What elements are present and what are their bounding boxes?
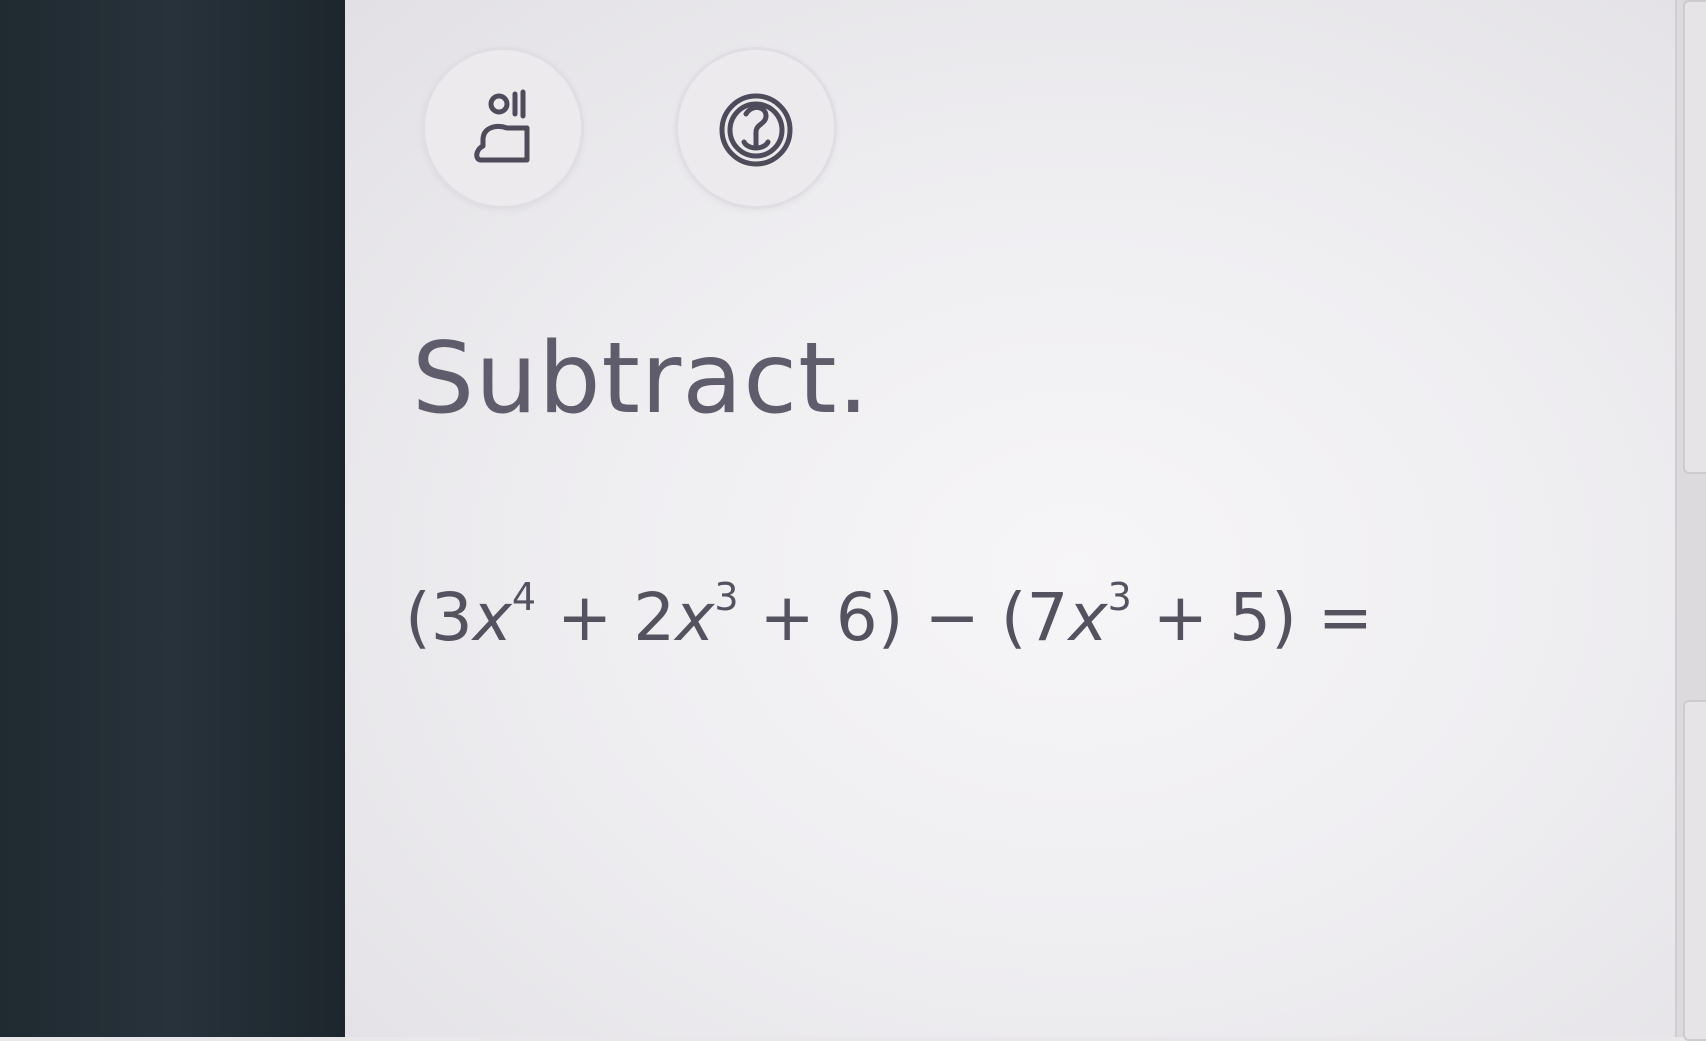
translate-language-icon xyxy=(708,80,804,176)
right-side-tab-top[interactable] xyxy=(1683,0,1706,474)
variable: x xyxy=(675,579,715,656)
open-paren: ( xyxy=(405,579,431,656)
open-paren: ( xyxy=(1000,579,1027,656)
exponent: 4 xyxy=(511,575,536,619)
read-aloud-button[interactable] xyxy=(425,50,581,206)
plus-operator: + xyxy=(738,579,836,656)
audio-speaker-icon xyxy=(455,80,551,176)
equals-sign: = xyxy=(1296,579,1374,656)
coefficient: 3 xyxy=(430,579,473,656)
coefficient: 2 xyxy=(633,579,676,656)
polynomial-expression: (3x4 + 2x3 + 6) − (7x3 + 5) = xyxy=(405,578,1373,651)
close-paren: ) xyxy=(1271,579,1297,656)
plus-operator: + xyxy=(1131,579,1230,656)
constant: 5 xyxy=(1229,579,1272,656)
constant: 6 xyxy=(835,579,878,656)
variable: x xyxy=(1068,579,1108,656)
exponent: 3 xyxy=(1107,575,1132,619)
variable: x xyxy=(472,579,512,656)
minus-operator: − xyxy=(903,579,1001,656)
device-bezel xyxy=(0,0,345,1037)
translate-button[interactable] xyxy=(678,50,834,206)
question-instruction: Subtract. xyxy=(412,322,870,436)
right-side-tab-bottom[interactable] xyxy=(1683,700,1706,1041)
exponent: 3 xyxy=(714,575,739,619)
coefficient: 7 xyxy=(1026,579,1069,656)
plus-operator: + xyxy=(536,579,634,656)
close-paren: ) xyxy=(877,579,904,656)
